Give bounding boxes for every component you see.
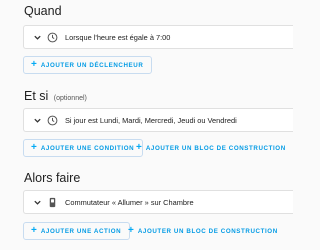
add-action-label: AJOUTER UNE ACTION [40, 227, 122, 235]
condition-card[interactable]: Si jour est Lundi, Mardi, Mercredi, Jeud… [23, 108, 293, 132]
plus-icon: + [136, 142, 142, 153]
triggers-section-title: Quand [24, 4, 62, 18]
add-condition-label: AJOUTER UNE CONDITION [40, 144, 135, 152]
clock-icon [46, 114, 58, 126]
switch-icon [46, 196, 58, 208]
chevron-down-icon[interactable] [30, 30, 44, 44]
conditions-section-title: Et si (optionnel) [24, 89, 87, 103]
chevron-down-icon[interactable] [30, 195, 44, 209]
optional-label: (optionnel) [53, 95, 87, 102]
trigger-card[interactable]: Lorsque l'heure est égale à 7:00 [23, 25, 293, 49]
add-condition-block-label: AJOUTER UN BLOC DE CONSTRUCTION [145, 144, 286, 152]
action-description: Commutateur « Allumer » sur Chambre [65, 197, 194, 207]
condition-description: Si jour est Lundi, Mardi, Mercredi, Jeud… [65, 115, 237, 125]
add-action-block-button[interactable]: + AJOUTER UN BLOC DE CONSTRUCTION [121, 222, 286, 240]
plus-icon: + [31, 225, 37, 236]
add-action-button[interactable]: + AJOUTER UNE ACTION [23, 222, 131, 240]
clock-icon [46, 31, 58, 43]
plus-icon: + [31, 59, 37, 70]
action-card[interactable]: Commutateur « Allumer » sur Chambre [23, 190, 293, 214]
add-condition-block-button[interactable]: + AJOUTER UN BLOC DE CONSTRUCTION [129, 139, 294, 157]
trigger-description: Lorsque l'heure est égale à 7:00 [65, 32, 171, 42]
actions-title: Alors faire [24, 171, 81, 185]
add-action-block-label: AJOUTER UN BLOC DE CONSTRUCTION [137, 227, 278, 235]
add-trigger-button[interactable]: + AJOUTER UN DÉCLENCHEUR [23, 56, 153, 74]
conditions-title: Et si [24, 89, 49, 103]
triggers-title: Quand [24, 4, 62, 18]
add-condition-button[interactable]: + AJOUTER UNE CONDITION [23, 139, 144, 157]
chevron-down-icon[interactable] [30, 113, 44, 127]
add-trigger-label: AJOUTER UN DÉCLENCHEUR [40, 61, 144, 69]
plus-icon: + [128, 225, 134, 236]
plus-icon: + [31, 142, 37, 153]
actions-section-title: Alors faire [24, 171, 80, 185]
